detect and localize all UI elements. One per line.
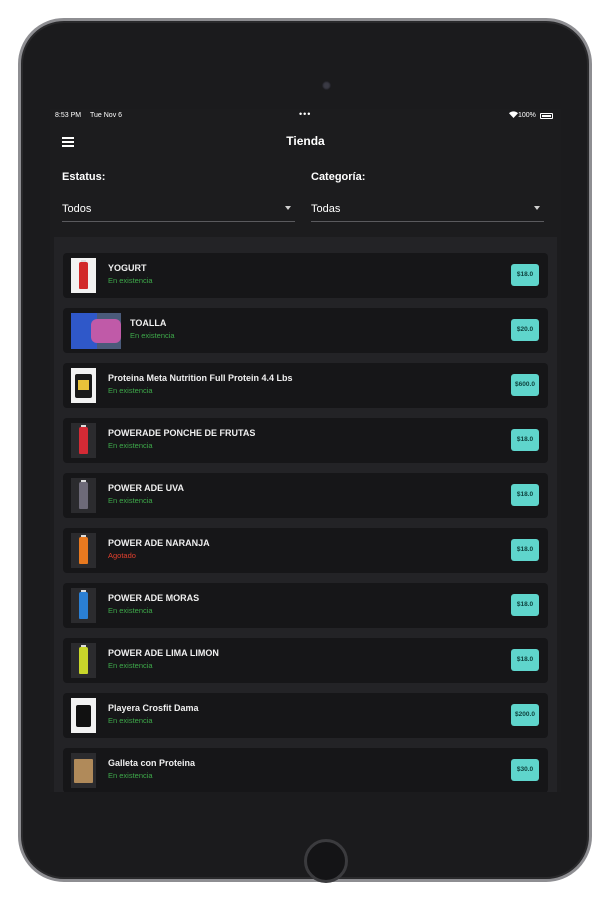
product-image-yogurt — [71, 258, 96, 293]
product-card[interactable]: POWER ADE MORAS En existencia $18.0 — [63, 583, 548, 628]
wifi-icon — [509, 111, 518, 120]
status-time: 8:53 PM — [55, 112, 82, 119]
product-image-protein-cookie — [71, 753, 96, 788]
product-card[interactable]: Proteina Meta Nutrition Full Protein 4.4… — [63, 363, 548, 408]
product-status: En existencia — [108, 441, 153, 450]
status-filter-select[interactable]: Todos — [62, 201, 295, 222]
status-filter-label: Estatus: — [62, 171, 106, 183]
product-status: En existencia — [108, 276, 153, 285]
product-name: POWER ADE LIMA LIMON — [108, 648, 219, 658]
product-card[interactable]: POWER ADE UVA En existencia $18.0 — [63, 473, 548, 518]
product-card[interactable]: YOGURT En existencia $18.0 — [63, 253, 548, 298]
price-button[interactable]: $600.0 — [511, 374, 539, 396]
app-screen: 8:53 PM Tue Nov 6 ••• 100% Tienda Estatu… — [50, 109, 561, 792]
product-card[interactable]: TOALLA En existencia $20.0 — [63, 308, 548, 353]
camera-icon — [322, 81, 331, 90]
product-name: YOGURT — [108, 263, 147, 273]
status-filter-value: Todos — [62, 203, 92, 215]
price-button[interactable]: $18.0 — [511, 264, 539, 286]
product-status: En existencia — [108, 771, 153, 780]
category-filter-value: Todas — [311, 203, 341, 215]
product-name: POWERADE PONCHE DE FRUTAS — [108, 428, 256, 438]
product-status: En existencia — [108, 496, 153, 505]
product-image-powerade-orange — [71, 533, 96, 568]
price-button[interactable]: $18.0 — [511, 649, 539, 671]
product-image-powerade-grape — [71, 478, 96, 513]
price-button[interactable]: $200.0 — [511, 704, 539, 726]
product-name: POWER ADE UVA — [108, 483, 185, 493]
product-status: En existencia — [108, 661, 153, 670]
product-status: En existencia — [108, 716, 153, 725]
product-image-powerade-fruit-punch — [71, 423, 96, 458]
price-button[interactable]: $18.0 — [511, 594, 539, 616]
product-name: Galleta con Proteina — [108, 758, 196, 768]
filters-bar: Estatus: Todos Categoría: Todas — [50, 157, 561, 237]
price-button[interactable]: $30.0 — [511, 759, 539, 781]
price-button[interactable]: $20.0 — [511, 319, 539, 341]
product-name: POWER ADE MORAS — [108, 593, 200, 603]
chevron-down-icon — [534, 206, 540, 210]
price-button[interactable]: $18.0 — [511, 429, 539, 451]
price-button[interactable]: $18.0 — [511, 484, 539, 506]
status-bar: 8:53 PM Tue Nov 6 ••• 100% — [50, 109, 561, 125]
product-image-protein — [71, 368, 96, 403]
product-status: En existencia — [108, 386, 153, 395]
nav-bar: Tienda — [50, 125, 561, 157]
product-name: TOALLA — [130, 318, 167, 328]
product-card[interactable]: POWER ADE NARANJA Agotado $18.0 — [63, 528, 548, 573]
battery-icon — [540, 113, 553, 119]
product-image-tank-top — [71, 698, 96, 733]
home-button[interactable] — [304, 839, 348, 883]
category-filter-select[interactable]: Todas — [311, 201, 544, 222]
page-title: Tienda — [286, 134, 325, 148]
product-list: YOGURT En existencia $18.0 TOALLA En exi… — [54, 237, 557, 792]
product-status: En existencia — [130, 331, 175, 340]
product-name: Proteina Meta Nutrition Full Protein 4.4… — [108, 373, 293, 383]
product-status: En existencia — [108, 606, 153, 615]
battery-percent: 100% — [518, 112, 536, 119]
price-button[interactable]: $18.0 — [511, 539, 539, 561]
product-image-powerade-berry — [71, 588, 96, 623]
status-date: Tue Nov 6 — [90, 112, 123, 119]
product-name: Playera Crosfit Dama — [108, 703, 199, 713]
product-status: Agotado — [108, 551, 136, 560]
product-card[interactable]: POWERADE PONCHE DE FRUTAS En existencia … — [63, 418, 548, 463]
product-card[interactable]: Galleta con Proteina En existencia $30.0 — [63, 748, 548, 792]
product-image-powerade-lime — [71, 643, 96, 678]
product-image-towel — [71, 313, 121, 349]
product-card[interactable]: POWER ADE LIMA LIMON En existencia $18.0 — [63, 638, 548, 683]
product-card[interactable]: Playera Crosfit Dama En existencia $200.… — [63, 693, 548, 738]
product-name: POWER ADE NARANJA — [108, 538, 210, 548]
multitasking-dots-icon: ••• — [299, 109, 312, 119]
category-filter-label: Categoría: — [311, 171, 366, 183]
chevron-down-icon — [285, 206, 291, 210]
